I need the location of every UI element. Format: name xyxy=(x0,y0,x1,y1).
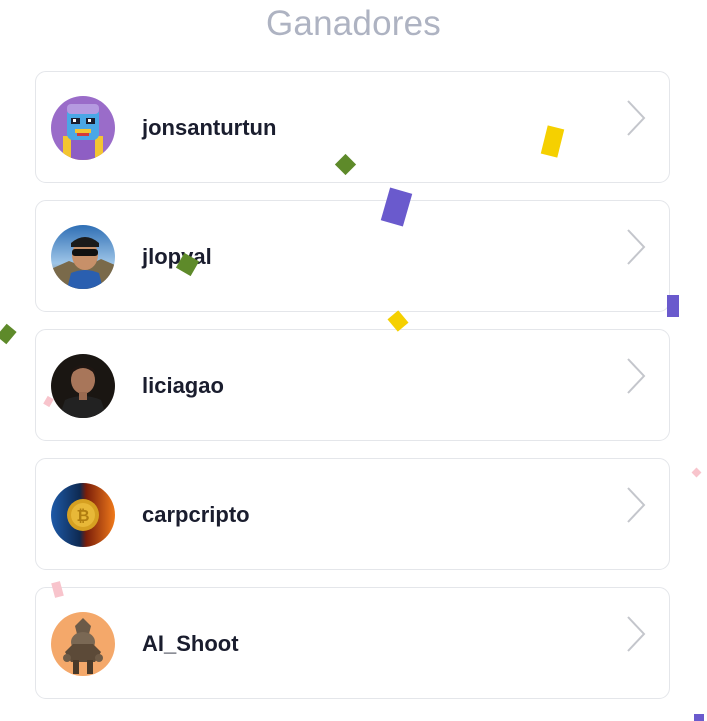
chevron-right-icon[interactable] xyxy=(624,356,648,396)
winner-card[interactable]: jlopval xyxy=(35,200,670,312)
chevron-right-icon[interactable] xyxy=(624,614,648,654)
sculpture-figure-icon xyxy=(51,612,115,676)
confetti-piece xyxy=(667,295,679,317)
winner-username: AI_Shoot xyxy=(142,631,239,656)
portrait-photo-icon xyxy=(51,354,115,418)
page-title: Ganadores xyxy=(266,4,441,43)
chevron-right-icon[interactable] xyxy=(624,98,648,138)
winners-page: Ganadores jonsanturtun jlopval liciagao … xyxy=(0,0,707,721)
confetti-piece xyxy=(694,714,704,721)
chevron-right-icon[interactable] xyxy=(624,227,648,267)
confetti-piece xyxy=(691,467,702,478)
robot-avatar-icon xyxy=(51,96,115,160)
selfie-photo-icon xyxy=(51,225,115,289)
confetti-piece xyxy=(0,323,17,345)
winner-username: carpcripto xyxy=(142,502,250,527)
winner-card[interactable]: ₿ carpcripto xyxy=(35,458,670,570)
svg-text:₿: ₿ xyxy=(76,506,89,525)
winner-username: liciagao xyxy=(142,373,224,398)
winner-card[interactable]: liciagao xyxy=(35,329,670,441)
bitcoin-fire-ice-icon: ₿ xyxy=(51,483,115,547)
chevron-right-icon[interactable] xyxy=(624,485,648,525)
winner-username: jonsanturtun xyxy=(142,115,277,140)
winner-card[interactable]: AI_Shoot xyxy=(35,587,670,699)
